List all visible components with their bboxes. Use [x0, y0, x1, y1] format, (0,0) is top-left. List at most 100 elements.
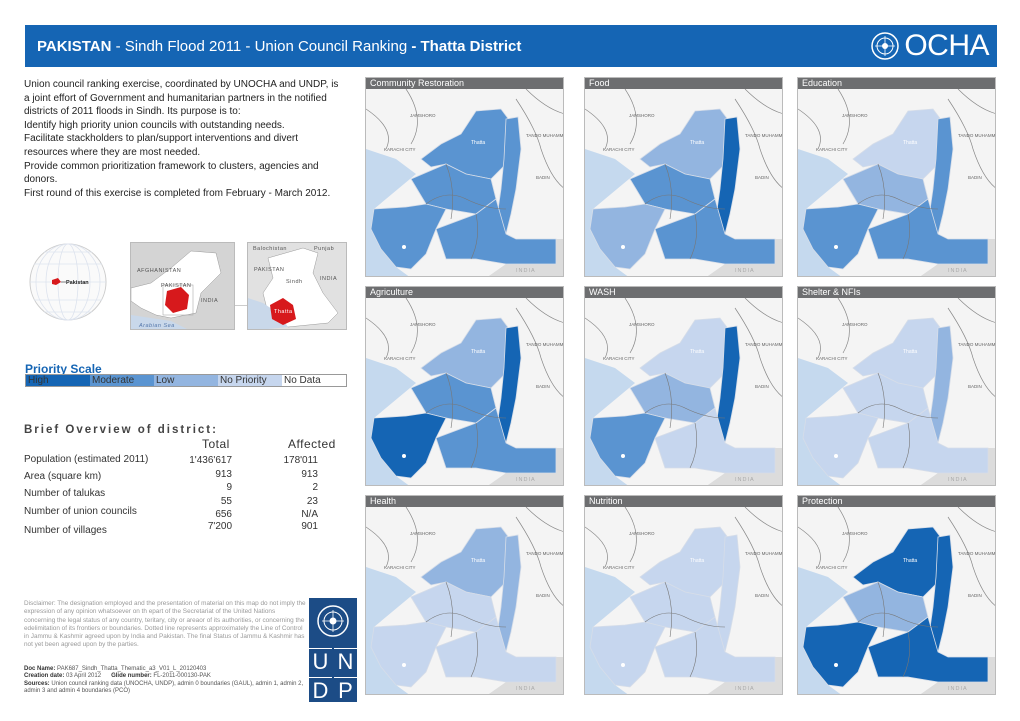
legend-high: High — [26, 375, 90, 386]
label-thatta: Thatta — [471, 140, 485, 146]
label-india: INDIA — [948, 686, 968, 692]
legend-low: Low — [154, 375, 218, 386]
panel-title: Health — [366, 496, 563, 507]
label-jamshoro: JAMSHORO — [410, 113, 436, 118]
city-marker — [834, 454, 838, 458]
panel-title: Food — [585, 78, 782, 89]
label-india-2: INDIA — [320, 276, 338, 282]
intro-line: Facilitate stackholders to plan/support … — [24, 133, 299, 158]
thematic-map: JAMSHORO KARACHI CITY TANDO MUHAMMAD KHAN B… — [798, 298, 996, 485]
city-marker — [621, 663, 625, 667]
undp-letter: U — [309, 648, 332, 675]
label-karachi: KARACHI CITY — [384, 147, 416, 152]
label-badin: BADIN — [968, 593, 982, 598]
label-punjab: Punjab — [314, 246, 335, 252]
map-panel-wash: WASH JAMSHORO KARACHI CITY TANDO MUHAMMAD K… — [584, 286, 783, 486]
ocha-text: OCHA — [904, 29, 989, 62]
row-label-area: Area (square km) — [24, 471, 102, 482]
page-header: PAKISTAN - Sindh Flood 2011 - Union Coun… — [25, 25, 997, 67]
intro-text: Union council ranking exercise, coordina… — [24, 78, 344, 200]
label-thatta: Thatta — [903, 558, 917, 564]
intro-line: Identify high priority union councils wi… — [24, 119, 285, 131]
row-label-villages: Number of villages — [24, 525, 107, 536]
label-pakistan: PAKISTAN — [161, 283, 192, 289]
map-panel-education: Education JAMSHORO KARACHI CITY TANDO MUHAM… — [797, 77, 996, 277]
thematic-map: JAMSHORO KARACHI CITY TANDO MUHAMMAD KHAN B… — [585, 298, 782, 485]
document-info: Doc Name: PAK687_Sindh_Thatta_Thematic_a… — [24, 666, 314, 696]
villages-total: 7'200 — [207, 521, 232, 532]
label-jamshoro: JAMSHORO — [842, 531, 868, 536]
label-thatta: Thatta — [274, 309, 293, 315]
label-india: INDIA — [735, 477, 755, 483]
creation-date-label: Creation date: — [24, 673, 65, 680]
glide-number: FL-2011-000130-PAK — [153, 673, 211, 680]
label-jamshoro: JAMSHORO — [629, 322, 655, 327]
label-tando: TANDO MUHAMMAD KHAN — [958, 551, 996, 556]
label-thatta: Thatta — [690, 349, 704, 355]
map-panel-protection: Protection JAMSHORO KARACHI CITY TANDO MUHA… — [797, 495, 996, 695]
thematic-map: JAMSHORO KARACHI CITY TANDO MUHAMMAD KHAN B… — [585, 507, 782, 694]
inset-connector — [235, 305, 247, 306]
overview-title: Brief Overview of district: — [24, 424, 218, 436]
row-label-talukas: Number of talukas — [24, 488, 106, 499]
title-country: PAKISTAN — [37, 38, 112, 55]
area-total: 913 — [215, 469, 232, 480]
panel-title: WASH — [585, 287, 782, 298]
intro-line: First round of this exercise is complete… — [24, 187, 331, 199]
sources-label: Sources: — [24, 680, 50, 687]
thematic-map: JAMSHORO KARACHI CITY TANDO MUHAMMAD KHAN B… — [798, 507, 996, 694]
label-thatta: Thatta — [903, 140, 917, 146]
legend-no-priority: No Priority — [218, 375, 282, 386]
union-councils-total: 656 — [215, 509, 232, 520]
label-karachi: KARACHI CITY — [384, 356, 416, 361]
undp-logo: U N D P — [309, 598, 357, 704]
map-panel-shelter-nfis: Shelter & NFIs JAMSHORO KARACHI CITY TANDO … — [797, 286, 996, 486]
label-tando: TANDO MUHAMMAD KHAN — [958, 133, 996, 138]
ocha-logo: OCHA — [870, 29, 989, 62]
map-panel-agriculture: Agriculture JAMSHORO KARACHI CITY TANDO MUH… — [365, 286, 564, 486]
undp-letter: P — [334, 677, 357, 704]
panel-title: Shelter & NFIs — [798, 287, 995, 298]
label-thatta: Thatta — [903, 349, 917, 355]
label-pakistan-2: PAKISTAN — [254, 267, 285, 273]
panel-title: Protection — [798, 496, 995, 507]
thematic-map: JAMSHORO KARACHI CITY TANDO MUHAMMAD KHAN B… — [798, 89, 996, 276]
villages-affected: 901 — [301, 521, 318, 532]
undp-letter: N — [334, 648, 357, 675]
label-karachi: KARACHI CITY — [603, 565, 635, 570]
label-arabian-sea: Arabian Sea — [139, 323, 175, 329]
label-india: INDIA — [735, 686, 755, 692]
title-district: - Thatta District — [411, 38, 522, 55]
label-badin: BADIN — [968, 384, 982, 389]
city-marker — [834, 663, 838, 667]
thematic-map: JAMSHORO KARACHI CITY TANDO MUHAMMAD KHAN B… — [366, 507, 563, 694]
city-marker — [402, 245, 406, 249]
label-india: INDIA — [516, 686, 536, 692]
label-india: INDIA — [948, 477, 968, 483]
creation-date: 03 April 2012 — [66, 673, 102, 680]
label-badin: BADIN — [536, 175, 550, 180]
label-badin: BADIN — [968, 175, 982, 180]
panel-title: Education — [798, 78, 995, 89]
label-karachi: KARACHI CITY — [603, 356, 635, 361]
row-label-union-councils: Number of union councils — [24, 506, 137, 517]
union-councils-affected: N/A — [301, 509, 318, 520]
label-tando: TANDO MUHAMMAD KHAN — [745, 133, 783, 138]
map-panel-food: Food JAMSHORO KARACHI CITY TANDO MUHAMMAD K… — [584, 77, 783, 277]
label-tando: TANDO MUHAMMAD KHAN — [958, 342, 996, 347]
col-total-header: Total — [202, 437, 230, 451]
label-badin: BADIN — [536, 593, 550, 598]
talukas-affected: 2 — [312, 482, 318, 493]
city-marker — [402, 663, 406, 667]
label-jamshoro: JAMSHORO — [842, 113, 868, 118]
map-panel-community-restoration: Community Restoration JAMSHORO KARACHI CIT… — [365, 77, 564, 277]
sources: Union council ranking data (UNOCHA, UNDP… — [24, 680, 304, 695]
legend-moderate: Moderate — [90, 375, 154, 386]
sindh-inset-map: Balochistan Punjab PAKISTAN Sindh INDIA … — [247, 242, 347, 330]
label-tando: TANDO MUHAMMAD KHAN — [526, 342, 564, 347]
map-panel-health: Health JAMSHORO KARACHI CITY TANDO MUHAMMAD… — [365, 495, 564, 695]
city-marker — [402, 454, 406, 458]
label-thatta: Thatta — [471, 349, 485, 355]
panel-title: Community Restoration — [366, 78, 563, 89]
label-badin: BADIN — [755, 384, 769, 389]
